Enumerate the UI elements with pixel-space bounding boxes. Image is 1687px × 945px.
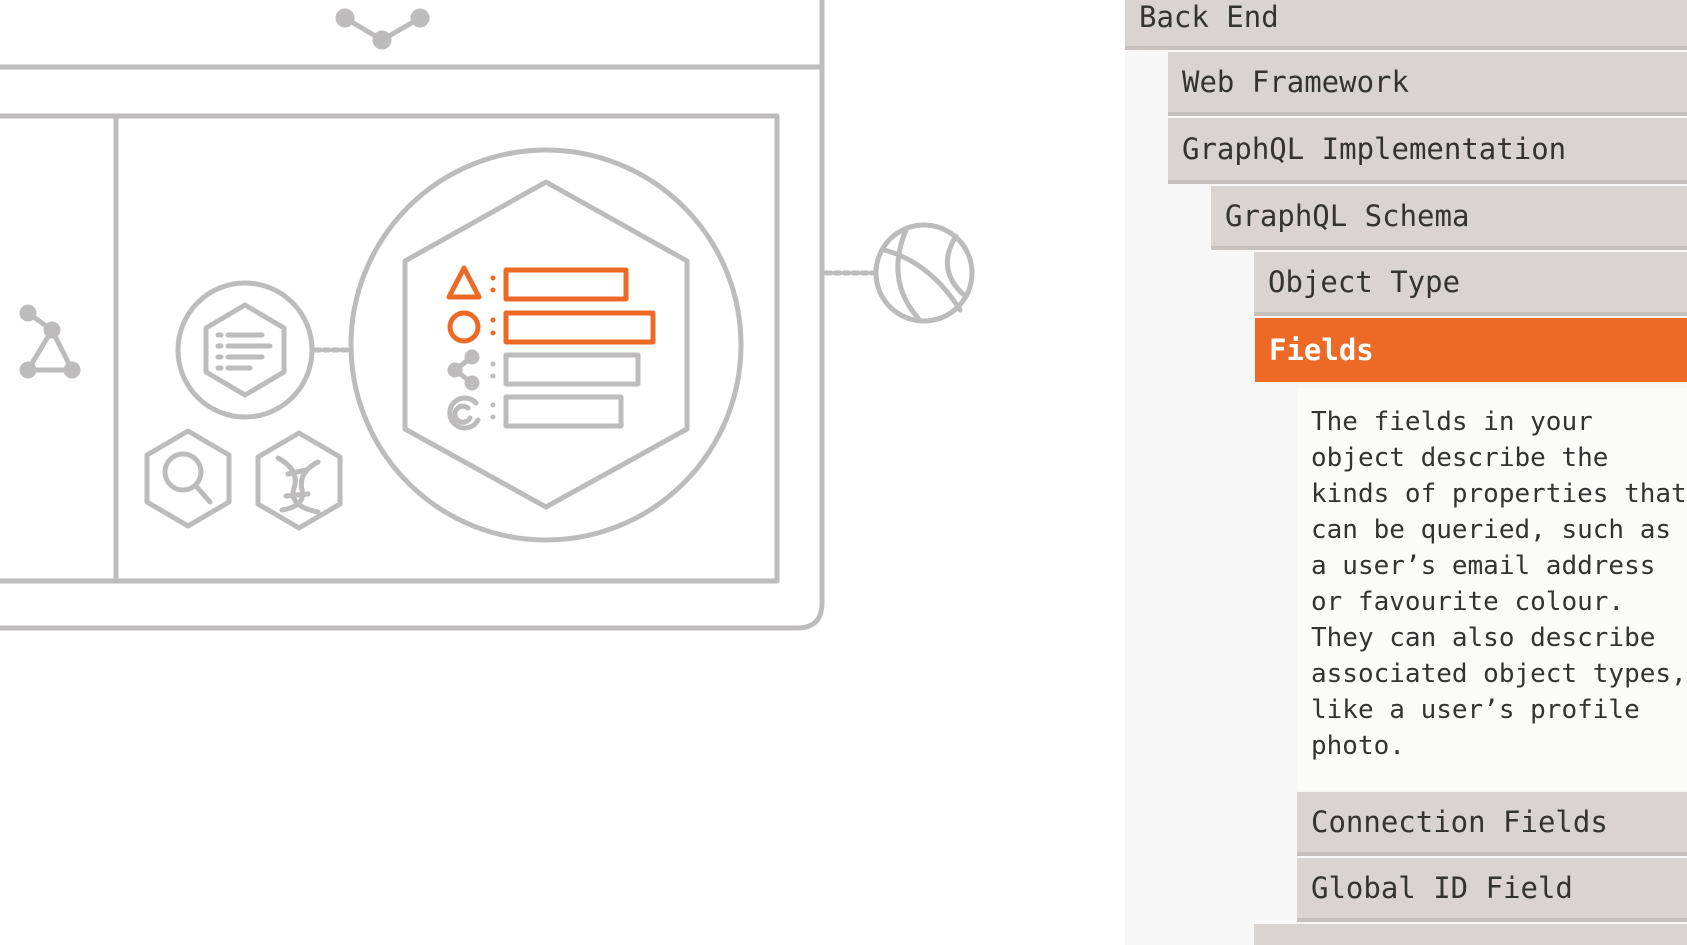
nav-item-graphql-implementation[interactable]: GraphQL Implementation [1168,118,1687,184]
nav-item-connection-fields[interactable]: Connection Fields [1297,792,1687,856]
dna-hex-icon [255,430,343,531]
nav-item-graphql-schema[interactable]: GraphQL Schema [1211,186,1687,250]
nav-item-back-end[interactable]: Back End [1125,0,1687,50]
schema-diagram [0,0,975,631]
search-hex-icon [144,428,232,529]
fingerprint-field-icon [447,394,624,431]
share-field-icon [447,349,641,391]
triangle-field-icon [446,265,629,302]
nav-item-object-type[interactable]: Object Type [1254,252,1687,316]
globe-icon [873,222,975,324]
object-type-circle [348,147,744,543]
nav-item-web-framework[interactable]: Web Framework [1168,52,1687,116]
nav-item-next-partial[interactable] [1254,924,1687,945]
graph-triangle-icon [19,304,81,379]
fields-description: The fields in your object describe the k… [1297,388,1687,790]
outer-frame [0,0,825,631]
circle-field-icon [447,310,656,345]
nav-item-fields[interactable]: Fields [1255,318,1687,382]
docs-sidebar: Back End Web Framework GraphQL Implement… [1125,0,1687,945]
nav-item-global-id-field[interactable]: Global ID Field [1297,858,1687,922]
document-list-hex-icon [175,280,315,420]
graphql-logo-icon [335,8,430,50]
